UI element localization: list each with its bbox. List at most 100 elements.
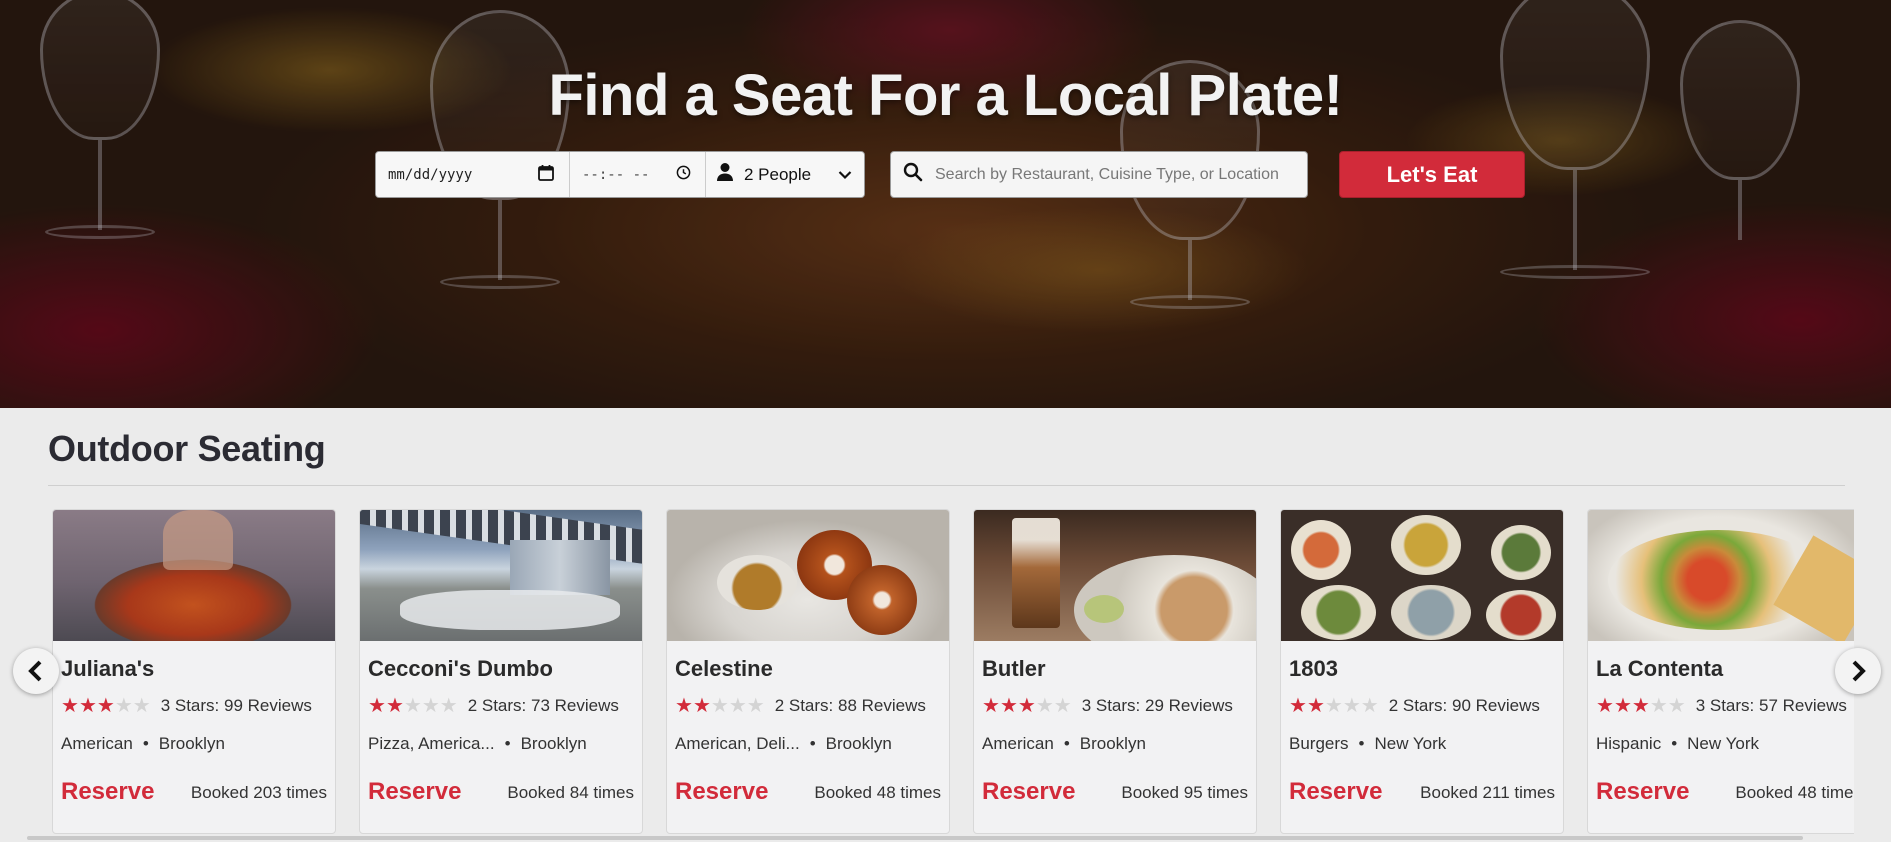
restaurant-card[interactable]: Cecconi's Dumbo ★ ★ ★ ★ ★ 2 Stars: 73 Review…	[359, 509, 643, 834]
restaurant-card[interactable]: Celestine ★ ★ ★ ★ ★ 2 Stars: 88 Reviews Amer…	[666, 509, 950, 834]
star-empty-icon: ★	[132, 695, 151, 717]
star-empty-icon: ★	[421, 695, 440, 717]
carousel-next-button[interactable]	[1835, 648, 1881, 694]
search-input[interactable]	[935, 165, 1295, 184]
date-input[interactable]: mm/dd/yyyy	[376, 152, 570, 197]
clock-icon[interactable]	[676, 165, 691, 184]
star-empty-icon: ★	[1649, 695, 1668, 717]
restaurant-photo	[53, 510, 335, 641]
restaurant-name[interactable]: La Contenta	[1596, 656, 1723, 682]
restaurant-name[interactable]: Celestine	[675, 656, 773, 682]
neighborhood: Brooklyn	[520, 734, 587, 753]
restaurant-meta: Hispanic • New York	[1596, 734, 1759, 754]
section-title: Outdoor Seating	[48, 428, 326, 469]
star-filled-icon: ★	[1017, 695, 1036, 717]
restaurant-card[interactable]: 1803 ★ ★ ★ ★ ★ 2 Stars: 90 Reviews Burgers • N…	[1280, 509, 1564, 834]
restaurant-rating: ★ ★ ★ ★ ★ 2 Stars: 90 Reviews	[1289, 696, 1540, 716]
star-empty-icon: ★	[1035, 695, 1054, 717]
party-size-value: 2 People	[744, 164, 812, 184]
star-rating: ★ ★ ★ ★ ★	[368, 696, 458, 716]
cuisine: Hispanic	[1596, 734, 1662, 753]
lets-eat-button[interactable]: Let's Eat	[1339, 151, 1525, 198]
restaurant-rating: ★ ★ ★ ★ ★ 3 Stars: 57 Reviews	[1596, 696, 1847, 716]
chevron-down-icon	[838, 165, 852, 185]
star-empty-icon: ★	[1342, 695, 1361, 717]
restaurant-photo	[667, 510, 949, 641]
time-input[interactable]: --:-- --	[570, 152, 706, 197]
star-filled-icon: ★	[385, 695, 404, 717]
restaurant-rating: ★ ★ ★ ★ ★ 2 Stars: 88 Reviews	[675, 696, 926, 716]
separator-dot: •	[1671, 734, 1678, 753]
star-rating: ★ ★ ★ ★ ★	[1596, 696, 1686, 716]
booked-count: Booked 95 times	[1121, 783, 1248, 802]
star-filled-icon: ★	[1289, 695, 1307, 717]
restaurant-photo	[1588, 510, 1854, 641]
neighborhood: Brooklyn	[158, 734, 225, 753]
calendar-icon[interactable]	[537, 164, 555, 186]
restaurant-card[interactable]: La Contenta ★ ★ ★ ★ ★ 3 Stars: 57 Reviews Hi…	[1587, 509, 1854, 834]
restaurant-carousel: Juliana's ★ ★ ★ ★ ★ 3 Stars: 99 Reviews Amer…	[52, 509, 1854, 835]
person-icon	[716, 162, 734, 187]
restaurant-rating: ★ ★ ★ ★ ★ 3 Stars: 99 Reviews	[61, 696, 312, 716]
star-rating: ★ ★ ★ ★ ★	[675, 696, 765, 716]
rating-text: 2 Stars: 73 Reviews	[467, 696, 619, 715]
star-filled-icon: ★	[982, 695, 1000, 717]
star-filled-icon: ★	[1613, 695, 1632, 717]
cuisine: Pizza, America...	[368, 734, 495, 753]
separator-dot: •	[142, 734, 149, 753]
hero-title: Find a Seat For a Local Plate!	[548, 63, 1343, 128]
restaurant-meta: American • Brooklyn	[982, 734, 1146, 754]
rating-text: 3 Stars: 57 Reviews	[1695, 696, 1847, 715]
neighborhood: Brooklyn	[825, 734, 892, 753]
star-filled-icon: ★	[368, 695, 386, 717]
time-input-placeholder: --:-- --	[582, 166, 650, 183]
reserve-button[interactable]: Reserve	[368, 778, 461, 806]
separator-dot: •	[504, 734, 511, 753]
reserve-button[interactable]: Reserve	[1289, 778, 1382, 806]
reserve-button[interactable]: Reserve	[1596, 778, 1689, 806]
separator-dot: •	[809, 734, 816, 753]
restaurant-name[interactable]: 1803	[1289, 656, 1338, 682]
star-filled-icon: ★	[1596, 695, 1614, 717]
restaurant-meta: Burgers • New York	[1289, 734, 1446, 754]
party-size-select[interactable]: 2 People	[706, 152, 864, 197]
restaurant-photo	[974, 510, 1256, 641]
cuisine: American	[982, 734, 1054, 753]
rating-text: 3 Stars: 29 Reviews	[1081, 696, 1233, 715]
star-empty-icon: ★	[710, 695, 729, 717]
restaurant-meta: American • Brooklyn	[61, 734, 225, 754]
restaurant-meta: American, Deli... • Brooklyn	[675, 734, 892, 754]
star-empty-icon: ★	[439, 695, 458, 717]
star-filled-icon: ★	[1306, 695, 1325, 717]
restaurant-name[interactable]: Juliana's	[61, 656, 154, 682]
restaurant-name[interactable]: Cecconi's Dumbo	[368, 656, 553, 682]
star-rating: ★ ★ ★ ★ ★	[61, 696, 151, 716]
reserve-button[interactable]: Reserve	[675, 778, 768, 806]
star-empty-icon: ★	[1667, 695, 1686, 717]
cuisine: American	[61, 734, 133, 753]
restaurant-card[interactable]: Butler ★ ★ ★ ★ ★ 3 Stars: 29 Reviews America…	[973, 509, 1257, 834]
star-empty-icon: ★	[746, 695, 765, 717]
restaurant-search-box	[890, 151, 1308, 198]
star-filled-icon: ★	[1631, 695, 1650, 717]
restaurant-photo	[360, 510, 642, 641]
booked-count: Booked 48 times	[1735, 783, 1854, 802]
star-empty-icon: ★	[114, 695, 133, 717]
date-input-placeholder: mm/dd/yyyy	[388, 166, 473, 183]
star-filled-icon: ★	[61, 695, 79, 717]
restaurant-name[interactable]: Butler	[982, 656, 1046, 682]
reserve-button[interactable]: Reserve	[982, 778, 1075, 806]
star-empty-icon: ★	[1053, 695, 1072, 717]
star-empty-icon: ★	[1324, 695, 1343, 717]
search-icon	[903, 162, 923, 187]
reserve-button[interactable]: Reserve	[61, 778, 154, 806]
star-filled-icon: ★	[96, 695, 115, 717]
restaurant-card[interactable]: Juliana's ★ ★ ★ ★ ★ 3 Stars: 99 Reviews Amer…	[52, 509, 336, 834]
neighborhood: New York	[1374, 734, 1447, 753]
horizontal-scrollbar[interactable]	[27, 836, 1803, 840]
carousel-prev-button[interactable]	[13, 648, 59, 694]
rating-text: 2 Stars: 88 Reviews	[774, 696, 926, 715]
reservation-fields: mm/dd/yyyy --:-- -- 2 People	[375, 151, 865, 198]
restaurant-rating: ★ ★ ★ ★ ★ 2 Stars: 73 Reviews	[368, 696, 619, 716]
star-filled-icon: ★	[78, 695, 97, 717]
